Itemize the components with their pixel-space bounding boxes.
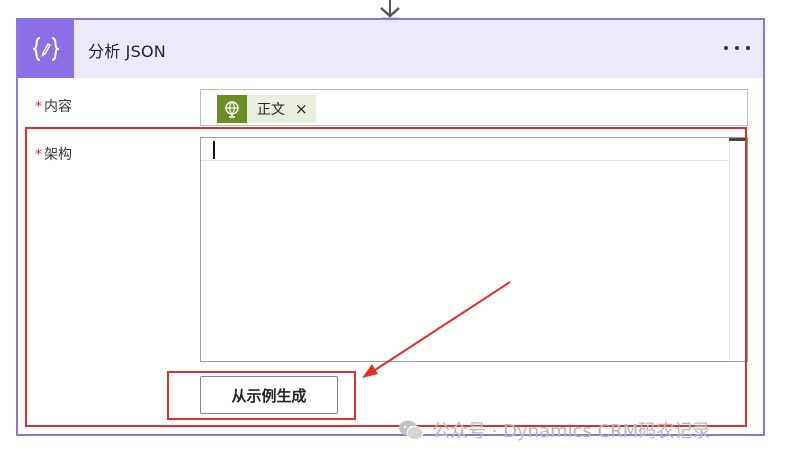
more-dot-icon (724, 46, 728, 50)
content-label-text: 内容 (44, 99, 72, 115)
globe-icon (217, 95, 247, 123)
action-title: 分析 JSON (88, 42, 166, 61)
watermark: 公众号 · Dynamics CRM码农记录 (398, 417, 710, 443)
required-mark: * (35, 99, 42, 115)
wechat-icon (399, 420, 424, 440)
annotation-highlight-schema (25, 127, 747, 427)
annotation-highlight-button (167, 371, 356, 420)
token-label: 正文 (257, 102, 285, 118)
token-remove-icon[interactable]: × (295, 100, 308, 118)
more-dot-icon (735, 46, 739, 50)
action-card-header[interactable]: 分析 JSON (18, 20, 763, 78)
more-options-button[interactable] (721, 37, 753, 59)
curly-braces-edit-icon (18, 20, 74, 78)
dynamic-content-token[interactable]: 正文 × (217, 95, 316, 123)
watermark-text: 公众号 · Dynamics CRM码农记录 (432, 421, 711, 442)
content-input[interactable]: 正文 × (200, 89, 748, 126)
content-field-label: * 内容 (35, 96, 72, 116)
more-dot-icon (746, 46, 750, 50)
